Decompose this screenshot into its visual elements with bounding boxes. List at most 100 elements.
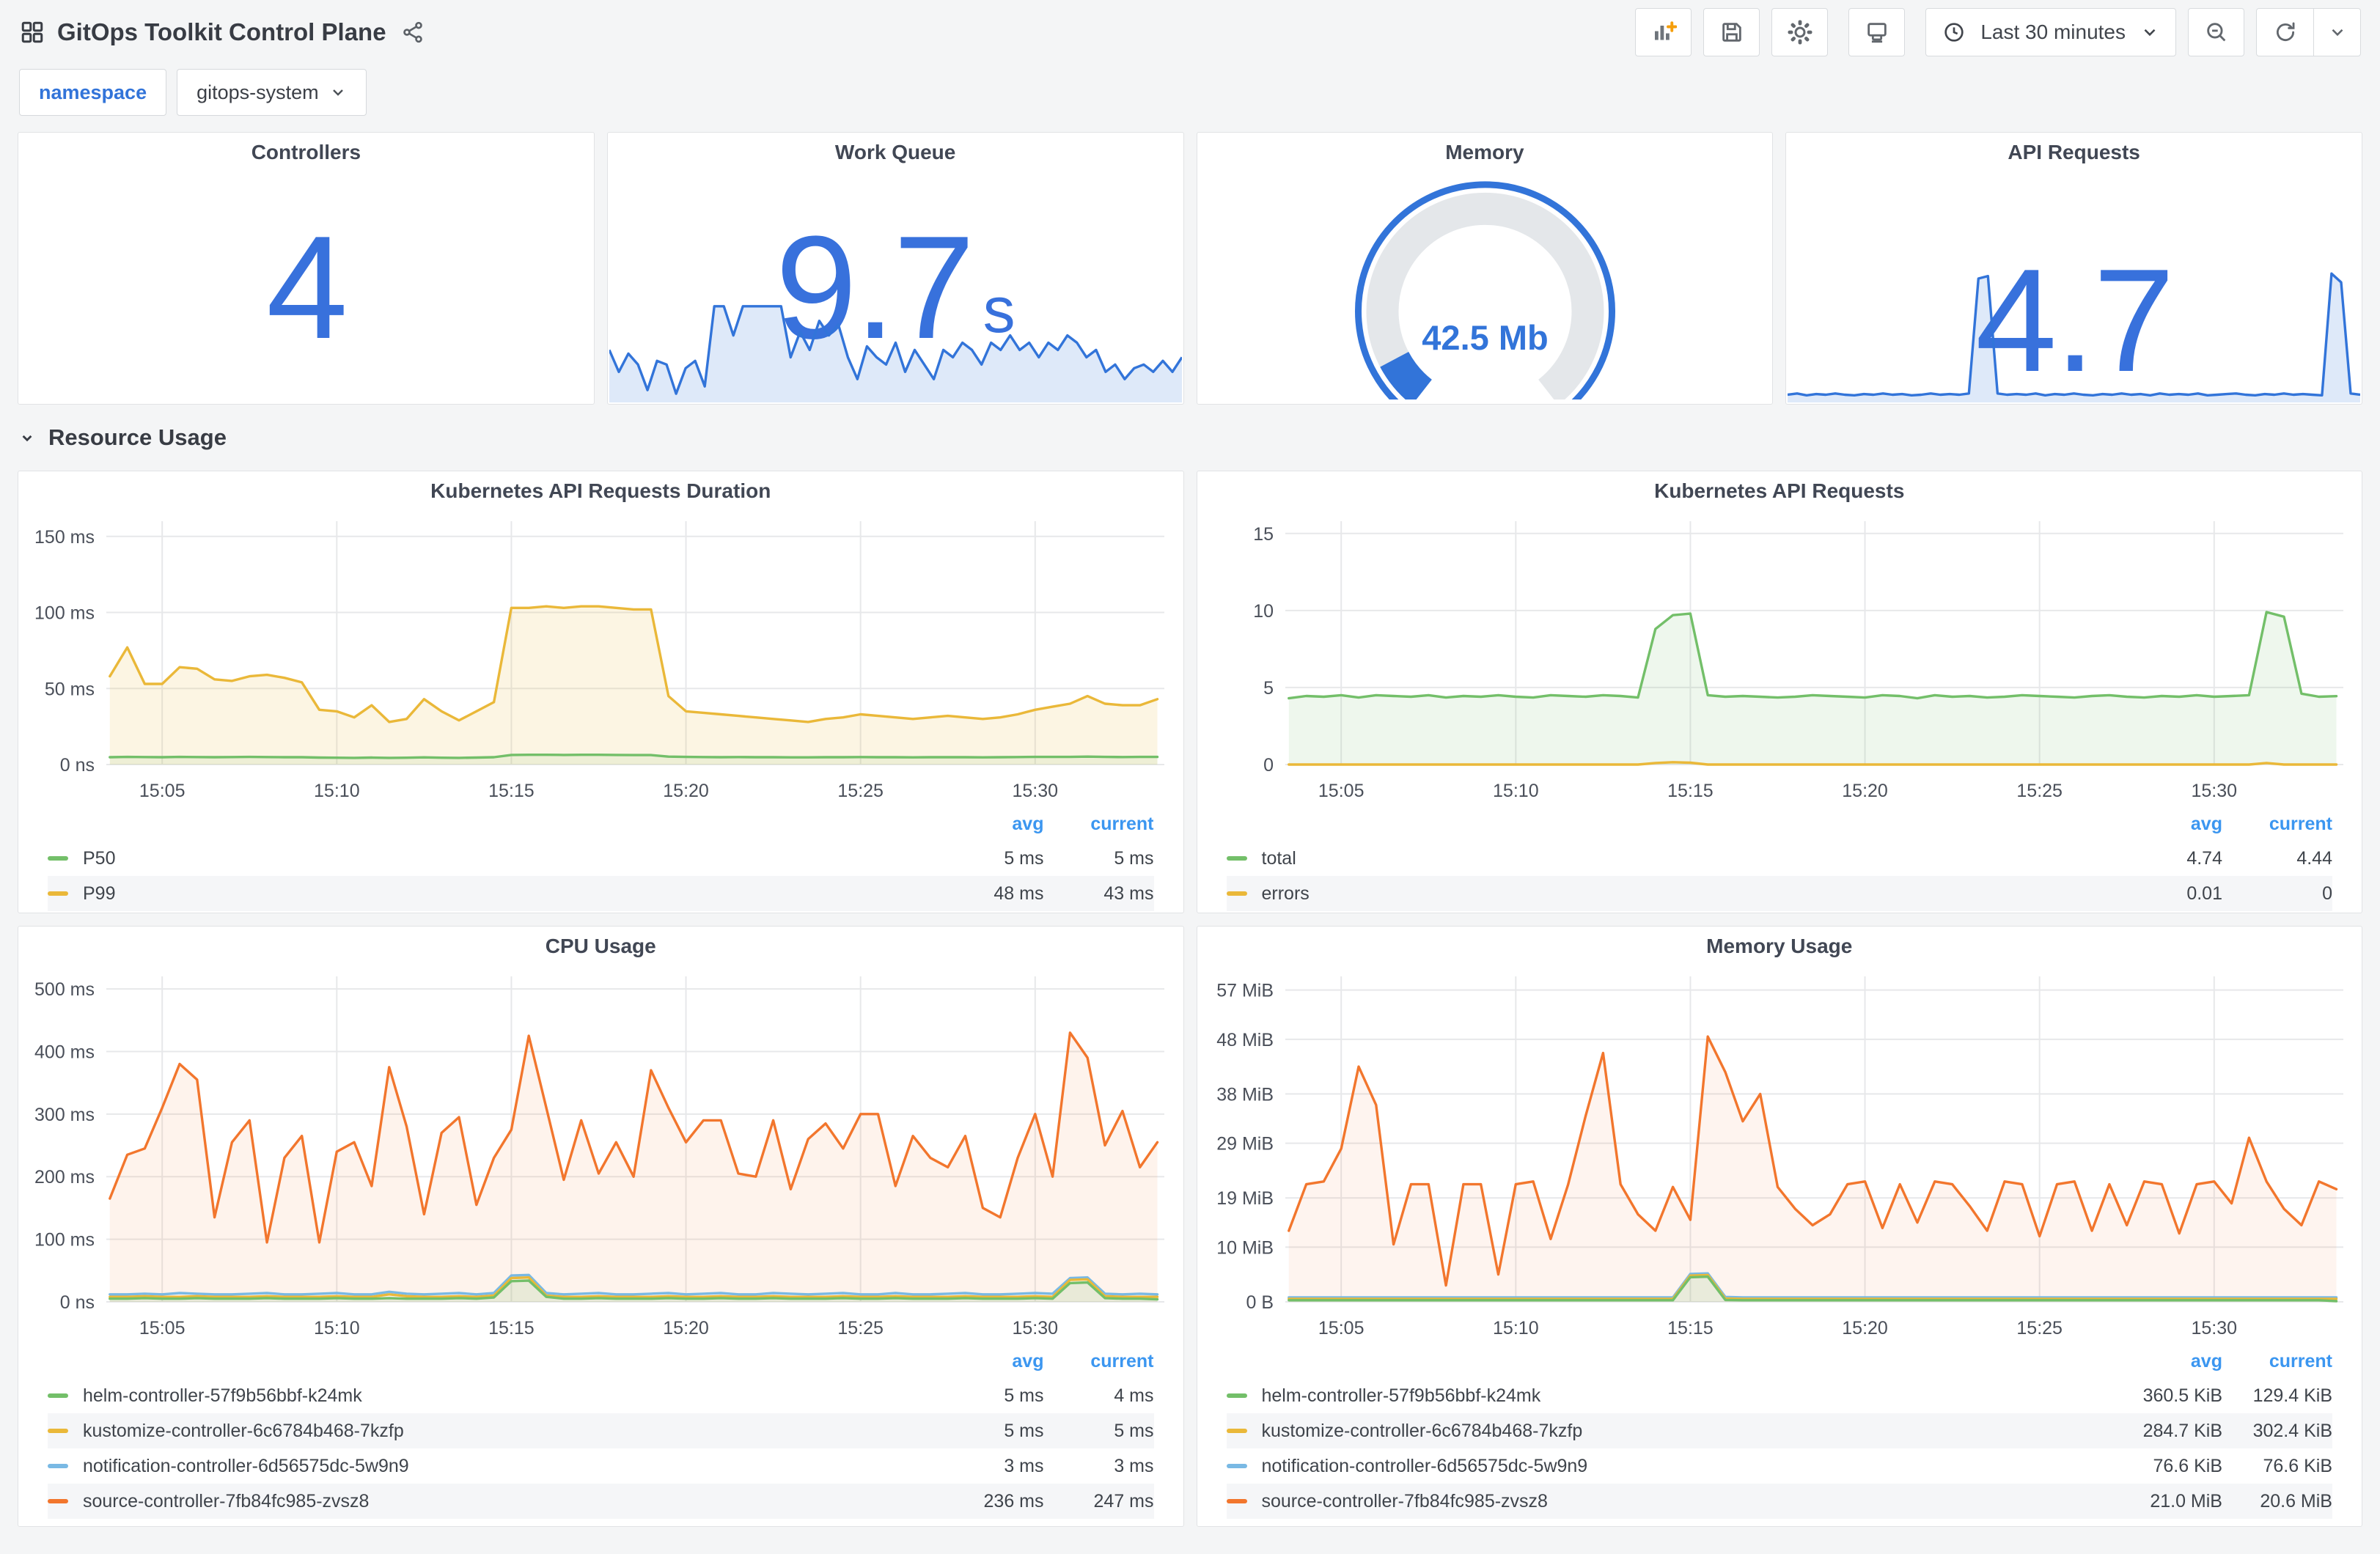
legend-header-avg[interactable]: avg: [2098, 814, 2222, 835]
api-duration-graph[interactable]: 0 ns 50 ms 100 ms 150 ms 15:05 15:10 15:15 15:2…: [18, 511, 1183, 807]
legend-series-name[interactable]: P99: [83, 883, 919, 905]
legend-series-name[interactable]: total: [1262, 848, 2098, 869]
legend-current-value: 129.4 KiB: [2252, 1385, 2332, 1406]
cpu-usage-graph[interactable]: 0 ns 100 ms 200 ms 300 ms 400 ms 500 ms 15:05 1…: [18, 966, 1183, 1344]
legend-series-name[interactable]: source-controller-7fb84fc985-zvsz8: [1262, 1491, 2098, 1512]
legend-avg-value: 5 ms: [1004, 1385, 1044, 1406]
panel-memory: Memory 42.5 Mb: [1196, 132, 1774, 405]
svg-text:15:25: 15:25: [837, 1318, 884, 1338]
time-range-picker[interactable]: Last 30 minutes: [1925, 8, 2176, 56]
legend-row: helm-controller-57f9b56bbf-k24mk 360.5 Ki…: [1226, 1378, 2332, 1413]
graph-row-2: CPU Usage 0 ns 100 ms 200 ms 300 ms 400 ms 50…: [18, 926, 2362, 1527]
svg-text:15:20: 15:20: [1842, 781, 1888, 801]
legend-swatch-icon: [48, 1464, 68, 1468]
panel-title[interactable]: Kubernetes API Requests: [1197, 471, 2362, 511]
refresh-button[interactable]: [2257, 9, 2313, 56]
legend-series-name[interactable]: P50: [83, 848, 919, 869]
legend-header-current[interactable]: current: [1044, 814, 1153, 835]
panel-api-duration: Kubernetes API Requests Duration 0 ns 50 …: [18, 471, 1184, 913]
legend-avg-value: 76.6 KiB: [2153, 1455, 2222, 1476]
legend-row: notification-controller-6d56575dc-5w9n9 7…: [1226, 1448, 2332, 1484]
dashboard-header: GitOps Toolkit Control Plane Last 30 min…: [0, 0, 2380, 65]
legend-swatch-icon: [48, 1429, 68, 1433]
legend-series-name[interactable]: notification-controller-6d56575dc-5w9n9: [83, 1456, 919, 1477]
legend-series-name[interactable]: helm-controller-57f9b56bbf-k24mk: [83, 1385, 919, 1407]
legend-header-avg[interactable]: avg: [919, 814, 1043, 835]
svg-text:0 B: 0 B: [1246, 1292, 1274, 1313]
legend-avg-value: 21.0 MiB: [2150, 1490, 2222, 1511]
legend-series-name[interactable]: helm-controller-57f9b56bbf-k24mk: [1262, 1385, 2098, 1407]
svg-text:0 ns: 0 ns: [60, 1292, 95, 1313]
panel-title[interactable]: Memory: [1197, 133, 1773, 172]
legend-header-avg[interactable]: avg: [919, 1351, 1043, 1372]
legend-swatch-icon: [48, 1393, 68, 1398]
legend-header: avg current: [1227, 1344, 2332, 1378]
legend-avg-value: 0.01: [2186, 883, 2222, 904]
legend-current-value: 247 ms: [1093, 1490, 1154, 1511]
svg-text:29 MiB: 29 MiB: [1216, 1134, 1274, 1155]
legend-series-name[interactable]: kustomize-controller-6c6784b468-7kzfp: [83, 1421, 919, 1442]
legend-current-value: 4 ms: [1114, 1385, 1154, 1406]
namespace-variable-select[interactable]: gitops-system: [177, 69, 367, 116]
svg-text:48 MiB: 48 MiB: [1216, 1030, 1274, 1050]
svg-text:15:05: 15:05: [1318, 781, 1364, 801]
memory-usage-graph[interactable]: 0 B 10 MiB 19 MiB 29 MiB 38 MiB 48 MiB 57 MiB 1…: [1197, 966, 2362, 1344]
legend-current-value: 20.6 MiB: [2260, 1490, 2332, 1511]
svg-text:15:05: 15:05: [139, 781, 186, 801]
legend-swatch-icon: [1226, 891, 1247, 896]
add-panel-button[interactable]: [1635, 8, 1692, 56]
legend-swatch-icon: [48, 1499, 68, 1503]
panel-title[interactable]: Controllers: [18, 133, 594, 172]
legend: avg current helm-controller-57f9b56bbf-k24…: [1197, 1344, 2362, 1519]
svg-text:15:05: 15:05: [139, 1318, 186, 1338]
svg-text:200 ms: 200 ms: [34, 1167, 95, 1187]
legend-series-name[interactable]: source-controller-7fb84fc985-zvsz8: [83, 1491, 919, 1512]
legend-avg-value: 5 ms: [1004, 847, 1044, 869]
legend-row: total 4.74 4.44: [1226, 841, 2332, 876]
chevron-down-icon: [2144, 29, 2156, 37]
svg-text:15:05: 15:05: [1318, 1318, 1364, 1338]
panel-title[interactable]: Work Queue: [608, 133, 1183, 172]
panel-title[interactable]: API Requests: [1786, 133, 2362, 172]
svg-text:15:15: 15:15: [1667, 781, 1714, 801]
legend-row: kustomize-controller-6c6784b468-7kzfp 284…: [1226, 1413, 2332, 1448]
svg-text:15:25: 15:25: [2016, 1318, 2063, 1338]
legend-series-name[interactable]: kustomize-controller-6c6784b468-7kzfp: [1262, 1421, 2098, 1442]
legend-avg-value: 4.74: [2186, 847, 2222, 869]
refresh-interval-dropdown[interactable]: [2313, 9, 2360, 56]
legend-header-current[interactable]: current: [1044, 1351, 1153, 1372]
svg-text:15:10: 15:10: [1493, 1318, 1539, 1338]
memory-gauge[interactable]: 42.5 Mb: [1197, 174, 1773, 399]
zoom-out-button[interactable]: [2188, 8, 2244, 56]
svg-text:38 MiB: 38 MiB: [1216, 1084, 1274, 1105]
section-resource-usage[interactable]: Resource Usage: [18, 405, 2362, 471]
legend-swatch-icon: [48, 856, 68, 861]
legend-header-current[interactable]: current: [2222, 1351, 2332, 1372]
legend-header-avg[interactable]: avg: [2098, 1351, 2222, 1372]
legend-series-name[interactable]: notification-controller-6d56575dc-5w9n9: [1262, 1456, 2098, 1477]
legend-header-current[interactable]: current: [2222, 814, 2332, 835]
svg-text:15:25: 15:25: [837, 781, 884, 801]
api-requests-sparkline[interactable]: [1788, 263, 2361, 402]
stat-value: 4: [266, 206, 348, 369]
cycle-view-mode-button[interactable]: [1848, 8, 1906, 56]
namespace-variable-label: namespace: [19, 69, 167, 116]
svg-text:15:30: 15:30: [2191, 1318, 2237, 1338]
panel-title[interactable]: Kubernetes API Requests Duration: [18, 471, 1183, 511]
svg-text:10: 10: [1253, 601, 1274, 622]
legend-row: kustomize-controller-6c6784b468-7kzfp 5 m…: [48, 1413, 1154, 1448]
svg-text:19 MiB: 19 MiB: [1216, 1188, 1274, 1209]
api-requests-graph[interactable]: 0 5 10 15 15:05 15:10 15:15 15:20 15:25 15:30: [1197, 511, 2362, 807]
panel-title[interactable]: CPU Usage: [18, 927, 1183, 966]
work-queue-sparkline[interactable]: [609, 281, 1182, 402]
svg-text:15:20: 15:20: [663, 1318, 709, 1338]
panel-memory-usage: Memory Usage 0 B 10 MiB 19 MiB 29 MiB 38 MiB…: [1196, 926, 2362, 1527]
legend-series-name[interactable]: errors: [1262, 883, 2098, 905]
dashboard-settings-button[interactable]: [1771, 8, 1829, 56]
svg-text:150 ms: 150 ms: [34, 527, 95, 548]
panel-title[interactable]: Memory Usage: [1197, 927, 2362, 966]
save-dashboard-button[interactable]: [1703, 8, 1760, 56]
svg-text:10 MiB: 10 MiB: [1216, 1237, 1274, 1258]
legend-current-value: 43 ms: [1103, 883, 1154, 904]
share-icon[interactable]: [401, 21, 425, 44]
